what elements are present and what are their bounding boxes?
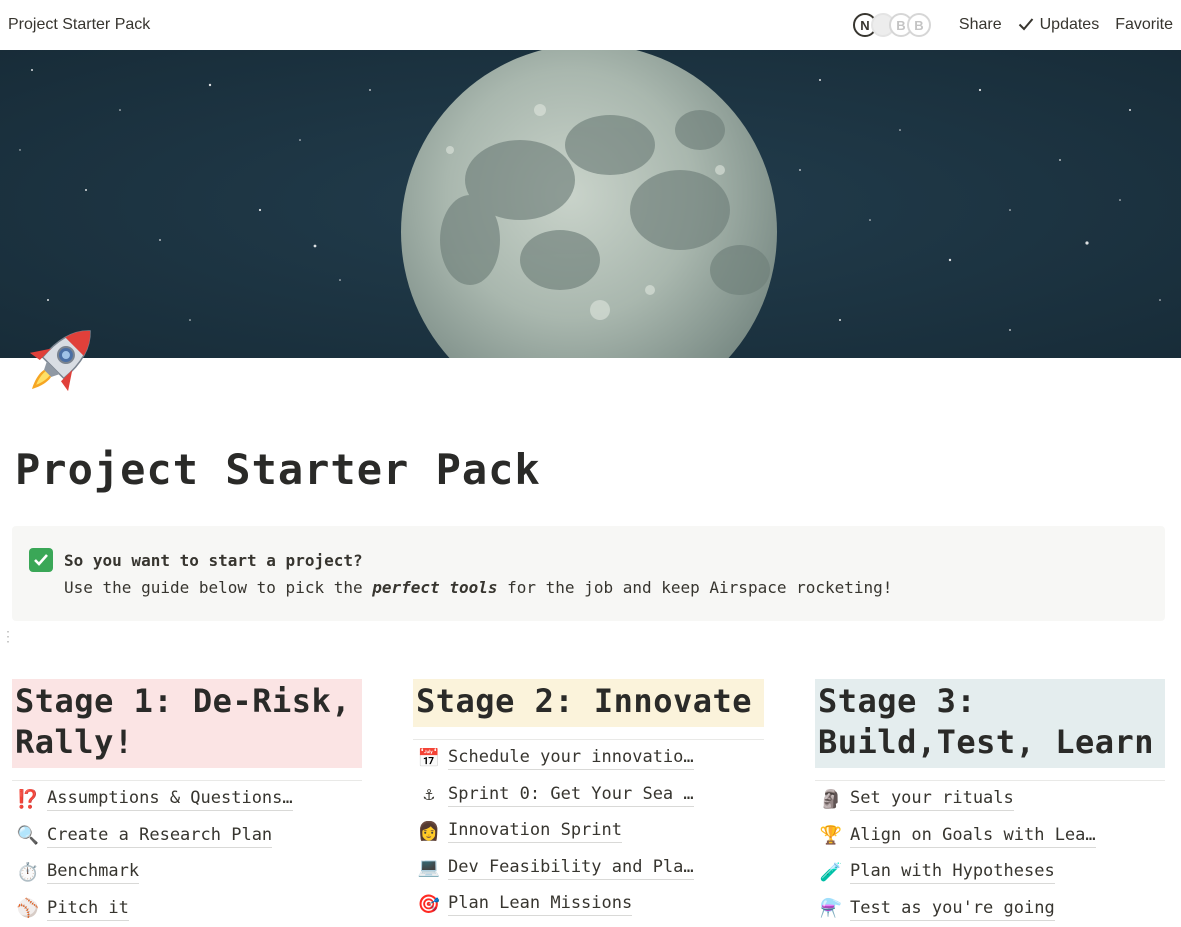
list-item[interactable]: 🏆 Align on Goals with Lea… bbox=[815, 818, 1165, 855]
anchor-icon: ⚓ bbox=[417, 783, 441, 807]
page-link[interactable]: Dev Feasibility and Pla… bbox=[448, 856, 694, 880]
share-button[interactable]: Share bbox=[951, 16, 1010, 34]
calendar-icon: 📅 bbox=[417, 746, 441, 770]
page-link[interactable]: Set your rituals bbox=[850, 787, 1014, 811]
trophy-icon: 🏆 bbox=[819, 824, 843, 848]
page-link[interactable]: Benchmark bbox=[47, 860, 139, 884]
list-item[interactable]: 💻 Dev Feasibility and Pla… bbox=[413, 850, 764, 887]
list-item[interactable]: 🗿 Set your rituals bbox=[815, 781, 1165, 818]
topbar-actions: N B B Share Updates Favorite bbox=[853, 13, 1181, 37]
stage-heading[interactable]: Stage 3: Build,Test, Learn bbox=[815, 679, 1165, 768]
baseball-icon: ⚾ bbox=[16, 897, 40, 921]
page-link[interactable]: Assumptions & Questions… bbox=[47, 787, 293, 811]
list-item[interactable]: ⚓ Sprint 0: Get Your Sea … bbox=[413, 777, 764, 814]
laptop-icon: 💻 bbox=[417, 856, 441, 880]
alembic-icon: ⚗️ bbox=[819, 897, 843, 921]
person-icon: 👩 bbox=[417, 819, 441, 843]
list-item[interactable]: 🔍 Create a Research Plan bbox=[12, 818, 362, 855]
callout-block[interactable]: So you want to start a project? Use the … bbox=[12, 526, 1165, 621]
stage-heading[interactable]: Stage 1: De-Risk, Rally! bbox=[12, 679, 362, 768]
page-link[interactable]: Pitch it bbox=[47, 897, 129, 921]
list-item[interactable]: ⁉️ Assumptions & Questions… bbox=[12, 781, 362, 818]
check-icon bbox=[1018, 17, 1034, 31]
callout-text-start: Use the guide below to pick the bbox=[64, 578, 372, 597]
list-item[interactable]: 👩 Innovation Sprint bbox=[413, 813, 764, 850]
list-item[interactable]: 🧪 Plan with Hypotheses bbox=[815, 854, 1165, 891]
page-link[interactable]: Test as you're going bbox=[850, 897, 1055, 921]
updates-label: Updates bbox=[1040, 16, 1100, 33]
page-link[interactable]: Align on Goals with Lea… bbox=[850, 824, 1096, 848]
list-item[interactable]: ⏱️ Benchmark bbox=[12, 854, 362, 891]
moon-cover-illustration bbox=[0, 50, 1181, 358]
callout-emphasis: perfect tools bbox=[372, 578, 497, 597]
list-item[interactable]: 📅 Schedule your innovatio… bbox=[413, 740, 764, 777]
stage-link-list: 🗿 Set your rituals 🏆 Align on Goals with L… bbox=[815, 781, 1165, 927]
stage-heading[interactable]: Stage 2: Innovate bbox=[413, 679, 764, 727]
breadcrumb[interactable]: Project Starter Pack bbox=[8, 16, 150, 34]
page-link[interactable]: Plan Lean Missions bbox=[448, 892, 632, 916]
stage-column-2: Stage 2: Innovate 📅 Schedule your innovat… bbox=[413, 679, 764, 923]
callout-text: Use the guide below to pick the perfect … bbox=[64, 578, 892, 597]
stage-link-list: ⁉️ Assumptions & Questions… 🔍 Create a Res… bbox=[12, 781, 362, 927]
stage-column-3: Stage 3: Build,Test, Learn 🗿 Set your rit… bbox=[815, 679, 1165, 927]
page-link[interactable]: Create a Research Plan bbox=[47, 824, 272, 848]
avatar[interactable]: B bbox=[907, 13, 931, 37]
page-link[interactable]: Plan with Hypotheses bbox=[850, 860, 1055, 884]
favorite-button[interactable]: Favorite bbox=[1107, 16, 1181, 34]
moai-icon: 🗿 bbox=[819, 787, 843, 811]
updates-button[interactable]: Updates bbox=[1010, 16, 1108, 34]
list-item[interactable]: ⚾ Pitch it bbox=[12, 891, 362, 927]
callout-text-end: for the job and keep Airspace rocketing! bbox=[497, 578, 892, 597]
callout-heading: So you want to start a project? bbox=[64, 551, 363, 570]
stopwatch-icon: ⏱️ bbox=[16, 860, 40, 884]
collaborator-avatars[interactable]: N B B bbox=[853, 13, 931, 37]
page-link[interactable]: Sprint 0: Get Your Sea … bbox=[448, 783, 694, 807]
list-item[interactable]: 🎯 Plan Lean Missions bbox=[413, 886, 764, 923]
test-tube-icon: 🧪 bbox=[819, 860, 843, 884]
magnifier-icon: 🔍 bbox=[16, 824, 40, 848]
stage-link-list: 📅 Schedule your innovatio… ⚓ Sprint 0: Get… bbox=[413, 740, 764, 923]
cover-image[interactable] bbox=[0, 50, 1181, 358]
page-title[interactable]: Project Starter Pack bbox=[15, 445, 541, 494]
check-mark-icon bbox=[29, 548, 53, 572]
interrobang-icon: ⁉️ bbox=[16, 787, 40, 811]
rocket-illustration bbox=[16, 315, 106, 405]
top-bar: Project Starter Pack N B B Share Updates… bbox=[0, 0, 1181, 50]
target-icon: 🎯 bbox=[417, 892, 441, 916]
page-link[interactable]: Innovation Sprint bbox=[448, 819, 622, 843]
list-item[interactable]: ⚗️ Test as you're going bbox=[815, 891, 1165, 927]
rocket-icon[interactable] bbox=[16, 315, 106, 405]
drag-handle-icon[interactable]: ⋮ bbox=[1, 634, 14, 639]
page-link[interactable]: Schedule your innovatio… bbox=[448, 746, 694, 770]
stage-column-1: Stage 1: De-Risk, Rally! ⁉️ Assumptions &… bbox=[12, 679, 362, 927]
